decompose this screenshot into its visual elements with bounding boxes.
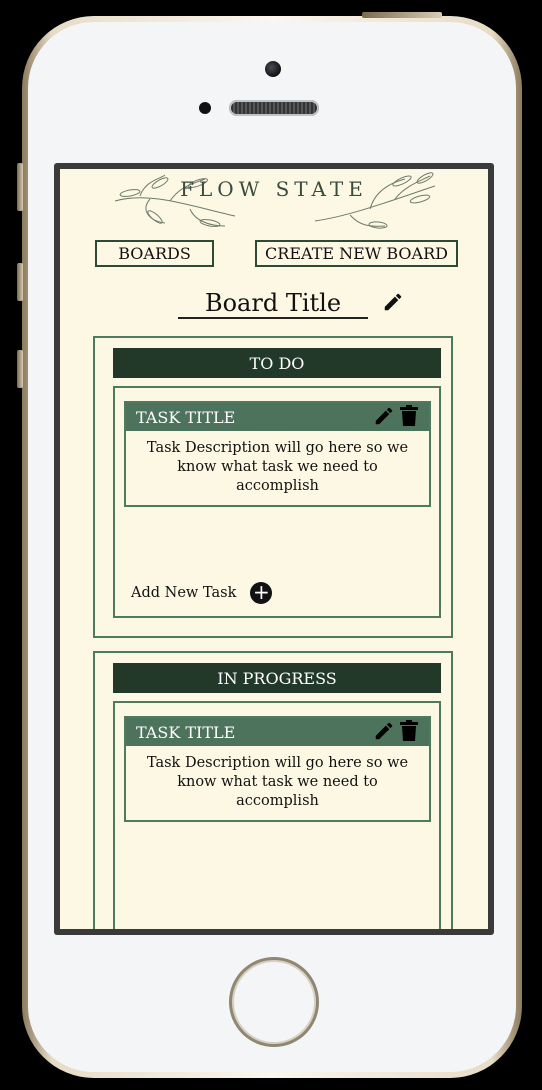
phone-volume-down [17,350,23,388]
app-brand-title: FLOW STATE [180,177,368,201]
task-description: Task Description will go here so we know… [146,440,409,494]
phone-power-button [362,12,442,18]
task-actions [373,720,419,742]
column-header-in-progress: IN PROGRESS [113,663,441,693]
boards-button[interactable]: BOARDS [95,240,214,267]
plus-circle-icon[interactable]: + [250,582,273,604]
delete-task-trash-icon[interactable] [399,405,419,427]
earpiece-speaker [229,100,319,116]
phone-screen: FLOW STATE BOARDS CREATE NEW BOARD Board… [54,163,494,935]
task-card-header: TASK TITLE [126,718,429,746]
task-title: TASK TITLE [136,407,236,427]
edit-task-pencil-icon[interactable] [373,405,395,427]
task-title: TASK TITLE [136,722,236,742]
create-new-board-button[interactable]: CREATE NEW BOARD [255,240,458,267]
phone-side-switch [17,163,23,211]
home-button[interactable] [229,957,319,1047]
task-card-header: TASK TITLE [126,403,429,431]
proximity-sensor [199,102,211,114]
task-card[interactable]: TASK TITLE Task Description will go here… [124,401,431,507]
column-task-list: TASK TITLE Task Description will go here… [113,386,441,618]
front-camera [265,61,281,77]
delete-task-trash-icon[interactable] [399,720,419,742]
edit-board-title-pencil-icon[interactable] [382,291,404,313]
task-description: Task Description will go here so we know… [146,755,409,809]
phone-volume-up [17,263,23,301]
board-title[interactable]: Board Title [178,289,368,319]
column-header-todo: TO DO [113,348,441,378]
edit-task-pencil-icon[interactable] [373,720,395,742]
add-new-task-button[interactable]: Add New Task + [131,582,273,604]
task-card[interactable]: TASK TITLE Task Description will go here… [124,716,431,822]
column-in-progress: IN PROGRESS TASK TITLE Task Description … [93,651,453,929]
task-actions [373,405,419,427]
column-todo: TO DO TASK TITLE Task Description will g… [93,336,453,638]
add-new-task-label: Add New Task [131,585,237,601]
column-task-list: TASK TITLE Task Description will go here… [113,701,441,929]
app-view: FLOW STATE BOARDS CREATE NEW BOARD Board… [60,169,488,929]
